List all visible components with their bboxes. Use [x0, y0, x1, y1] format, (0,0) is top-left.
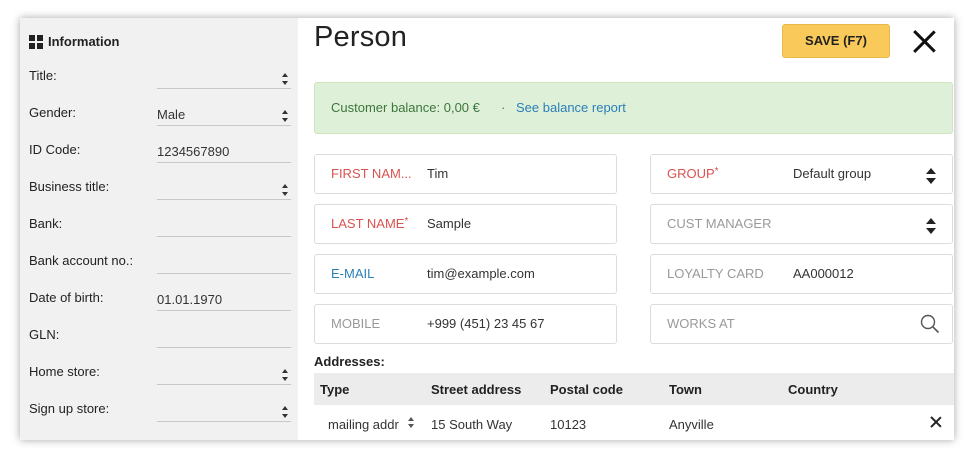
title-row: Title: [29, 64, 291, 94]
gln-field[interactable] [157, 323, 291, 348]
col-town[interactable]: Town [669, 382, 702, 397]
id-code-label: ID Code: [29, 142, 81, 157]
home-store-select[interactable] [157, 360, 291, 385]
loyalty-card-field[interactable]: LOYALTY CARD AA000012 [650, 254, 953, 294]
balance-report-link[interactable]: See balance report [516, 83, 626, 133]
close-icon[interactable] [912, 29, 936, 53]
col-postal-code[interactable]: Postal code [550, 382, 623, 397]
sign-up-store-select[interactable] [157, 397, 291, 422]
email-field[interactable]: E-MAIL tim@example.com [314, 254, 617, 294]
sidebar-header: Information [29, 34, 120, 49]
updown-icon [408, 417, 415, 428]
updown-icon [282, 184, 289, 196]
gender-row: Gender: Male [29, 101, 291, 131]
home-store-row: Home store: [29, 360, 291, 390]
gender-select[interactable]: Male [157, 101, 291, 126]
mobile-value: +999 (451) 23 45 67 [427, 316, 545, 331]
bank-label: Bank: [29, 216, 63, 231]
balance-text: Customer balance: 0,00 € [331, 100, 480, 115]
bank-row: Bank: [29, 212, 291, 242]
cust-manager-select[interactable]: CUST MANAGER [650, 204, 953, 244]
date-of-birth-label: Date of birth: [29, 290, 104, 305]
sign-up-store-row: Sign up store: [29, 397, 291, 427]
group-value: Default group [793, 166, 872, 181]
remove-address-icon[interactable] [931, 417, 941, 427]
last-name-label: LAST NAME* [331, 216, 409, 231]
page-title: Person [314, 21, 408, 53]
updown-icon [926, 218, 936, 234]
save-button[interactable]: SAVE (F7) [782, 24, 890, 58]
updown-icon [282, 406, 289, 418]
works-at-label: WORKS AT [667, 316, 735, 331]
title-select[interactable] [157, 64, 291, 89]
loyalty-card-value: AA000012 [793, 266, 854, 281]
bank-field[interactable] [157, 212, 291, 237]
date-of-birth-row: Date of birth: 01.01.1970 [29, 286, 291, 316]
addresses-title: Addresses: [314, 354, 385, 369]
cust-manager-label: CUST MANAGER [667, 216, 772, 231]
sign-up-store-label: Sign up store: [29, 401, 110, 416]
email-value: tim@example.com [427, 266, 535, 281]
works-at-field[interactable]: WORKS AT [650, 304, 953, 344]
bank-account-row: Bank account no.: [29, 249, 291, 279]
address-type-select[interactable]: mailing addr [328, 417, 399, 432]
grid-icon [29, 34, 43, 49]
address-postal[interactable]: 10123 [550, 417, 586, 432]
last-name-value: Sample [427, 216, 472, 231]
address-town[interactable]: Anyville [669, 417, 714, 432]
information-sidebar: Information Title: Gender: Male ID Code:… [20, 18, 298, 440]
first-name-field[interactable]: FIRST NAM... Tim [314, 154, 617, 194]
first-name-value: Tim [427, 166, 449, 181]
business-title-row: Business title: [29, 175, 291, 205]
last-name-field[interactable]: LAST NAME* Sample [314, 204, 617, 244]
business-title-select[interactable] [157, 175, 291, 200]
gln-row: GLN: [29, 323, 291, 353]
balance-separator: · [501, 100, 506, 115]
first-name-label: FIRST NAM... [331, 166, 412, 181]
person-dialog: Information Title: Gender: Male ID Code:… [20, 18, 954, 440]
id-code-field[interactable]: 1234567890 [157, 138, 291, 163]
sidebar-header-label: Information [48, 34, 120, 49]
search-icon[interactable] [920, 314, 940, 334]
business-title-label: Business title: [29, 179, 110, 194]
email-label: E-MAIL [331, 266, 375, 281]
bank-account-label: Bank account no.: [29, 253, 134, 268]
addresses-table-header: Type Street address Postal code Town Cou… [314, 373, 954, 405]
gender-label: Gender: [29, 105, 76, 120]
mobile-field[interactable]: MOBILE +999 (451) 23 45 67 [314, 304, 617, 344]
main-panel: Person SAVE (F7) Customer balance: 0,00 … [298, 18, 954, 440]
date-of-birth-field[interactable]: 01.01.1970 [157, 286, 291, 311]
group-select[interactable]: GROUP* Default group [650, 154, 953, 194]
balance-alert: Customer balance: 0,00 € · See balance r… [314, 82, 953, 134]
loyalty-card-label: LOYALTY CARD [667, 266, 764, 281]
mobile-label: MOBILE [331, 316, 381, 331]
updown-icon [282, 110, 289, 122]
title-label: Title: [29, 68, 57, 83]
id-code-row: ID Code: 1234567890 [29, 138, 291, 168]
updown-icon [282, 369, 289, 381]
group-label: GROUP* [667, 166, 719, 181]
updown-icon [282, 73, 289, 85]
gln-label: GLN: [29, 327, 60, 342]
home-store-label: Home store: [29, 364, 100, 379]
address-street[interactable]: 15 South Way [431, 417, 512, 432]
bank-account-field[interactable] [157, 249, 291, 274]
col-street-address[interactable]: Street address [431, 382, 521, 397]
col-country[interactable]: Country [788, 382, 838, 397]
updown-icon [926, 168, 936, 184]
table-row: mailing addr 15 South Way 10123 Anyville [314, 408, 954, 440]
col-type[interactable]: Type [320, 382, 349, 397]
